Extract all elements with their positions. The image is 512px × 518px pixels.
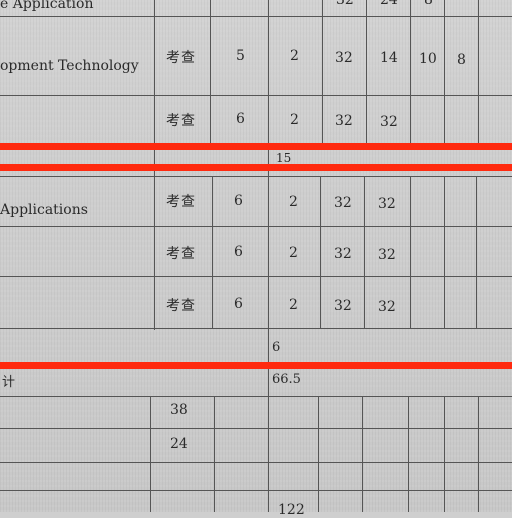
credits-cell: 5 — [236, 48, 245, 64]
hours-cell: 2 — [290, 48, 299, 64]
table-column-rule — [150, 396, 151, 512]
table-column-rule — [364, 176, 365, 328]
table-column-rule — [478, 396, 479, 512]
assessment-cell: 考查 — [166, 113, 196, 129]
credits-cell: 6 — [234, 193, 243, 209]
highlight-bar — [0, 362, 512, 369]
hours-cell: 32 — [378, 247, 396, 263]
table-column-rule — [410, 176, 411, 328]
table-rule — [0, 95, 512, 96]
hours-cell: 2 — [289, 297, 298, 313]
hours-cell: 32 — [336, 0, 354, 8]
highlight-bar — [0, 143, 512, 150]
hours-cell: 8 — [457, 52, 466, 68]
hours-cell: 32 — [335, 113, 353, 129]
credits-cell: 6 — [234, 296, 243, 312]
table-column-rule — [362, 396, 363, 512]
hours-cell: 32 — [335, 50, 353, 66]
table-column-rule — [322, 0, 323, 144]
hours-cell: 32 — [380, 114, 398, 130]
scanned-document-background — [0, 0, 512, 512]
table-column-rule — [214, 396, 215, 512]
assessment-cell: 考查 — [166, 50, 196, 66]
table-column-rule — [408, 396, 409, 512]
total-label: 计 — [2, 375, 17, 390]
table-rule — [0, 276, 512, 277]
table-column-rule — [476, 176, 477, 328]
table-rule — [0, 176, 512, 177]
subtotal-value: 6 — [272, 340, 281, 355]
subtotal-value: 15 — [276, 151, 292, 165]
table-column-rule — [318, 396, 319, 512]
hours-cell: 10 — [419, 51, 437, 67]
hours-cell: 14 — [380, 50, 398, 66]
table-rule — [0, 226, 512, 227]
hours-cell: 2 — [290, 112, 299, 128]
other-total-value: 122 — [278, 502, 305, 518]
hours-cell: 32 — [334, 246, 352, 262]
hours-cell: 32 — [378, 196, 396, 212]
hours-cell: 2 — [289, 245, 298, 261]
table-rule — [0, 328, 512, 329]
assessment-cell: 考查 — [166, 194, 196, 210]
course-name: Applications — [0, 202, 88, 218]
table-rule — [0, 428, 512, 429]
table-column-rule — [478, 0, 479, 144]
table-column-rule — [320, 176, 321, 328]
table-column-rule — [210, 0, 211, 144]
hours-cell: 32 — [334, 195, 352, 211]
highlight-bar — [0, 164, 512, 171]
table-rule — [0, 16, 512, 17]
table-column-rule — [212, 176, 213, 328]
table-rule — [0, 462, 512, 463]
total-value: 66.5 — [272, 372, 301, 387]
hours-cell: 2 — [289, 194, 298, 210]
hours-cell: 32 — [378, 299, 396, 315]
table-rule — [0, 490, 512, 491]
table-column-rule — [366, 0, 367, 144]
table-column-rule — [444, 0, 445, 144]
credits-cell: 6 — [236, 111, 245, 127]
table-column-rule — [444, 176, 445, 328]
table-column-rule — [268, 0, 269, 512]
course-name: opment Technology — [0, 58, 139, 74]
hours-cell: 32 — [334, 298, 352, 314]
assessment-cell: 考查 — [166, 298, 196, 314]
hours-cell: 8 — [424, 0, 433, 8]
credits-cell: 6 — [234, 244, 243, 260]
other-total-value: 38 — [170, 402, 188, 418]
table-column-rule — [410, 0, 411, 144]
table-column-rule — [444, 396, 445, 512]
other-total-value: 24 — [170, 436, 188, 452]
hours-cell: 24 — [380, 0, 398, 8]
course-name: e Application — [0, 0, 94, 12]
assessment-cell: 考查 — [166, 246, 196, 262]
table-rule — [0, 396, 512, 397]
